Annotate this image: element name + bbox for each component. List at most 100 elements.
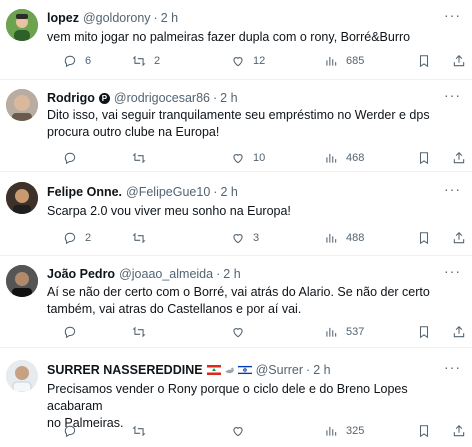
heart-icon <box>233 328 243 338</box>
reply-count: 2 <box>85 232 92 244</box>
display-name[interactable]: lopez <box>47 11 79 25</box>
like-button[interactable] <box>231 324 253 340</box>
view-count: 685 <box>346 55 365 67</box>
share-button[interactable] <box>452 53 466 69</box>
like-button[interactable]: 10 <box>231 150 265 166</box>
retweet-button[interactable] <box>132 150 154 166</box>
tweet[interactable]: Felipe Onne. @FelipeGue10 · 2 h ··· Scar… <box>0 172 472 256</box>
heart-icon <box>233 154 243 164</box>
action-bar: 2 3 488 <box>47 230 467 246</box>
bookmark-icon <box>419 425 429 438</box>
israel-flag-icon <box>237 365 252 375</box>
tweet[interactable]: Rodrigo P @rodrigocesar86 · 2 h ··· Dito… <box>0 80 472 172</box>
reply-icon <box>64 425 76 438</box>
more-options-icon[interactable]: ··· <box>444 88 460 106</box>
share-button[interactable] <box>452 230 466 246</box>
reply-button[interactable] <box>63 324 85 340</box>
action-bar: 537 <box>47 324 467 340</box>
more-options-icon[interactable]: ··· <box>444 8 460 26</box>
tweet[interactable]: João Pedro @joaao_almeida · 2 h ··· Aí s… <box>0 256 472 348</box>
views-button[interactable]: 537 <box>324 324 364 340</box>
retweet-button[interactable] <box>132 423 154 439</box>
tweet-header: Felipe Onne. @FelipeGue10 · 2 h <box>47 183 238 201</box>
bookmark-button[interactable] <box>417 324 431 340</box>
tweet-header: SURRER NASSEREDDINE @Surrer · 2 h <box>47 361 331 379</box>
retweet-button[interactable]: 2 <box>132 53 160 69</box>
retweet-icon <box>132 55 146 67</box>
avatar[interactable] <box>6 360 38 392</box>
more-options-icon[interactable]: ··· <box>444 360 460 378</box>
action-bar: 6 2 12 685 <box>47 53 467 69</box>
view-count: 468 <box>346 152 365 164</box>
display-name[interactable]: João Pedro <box>47 267 115 281</box>
timestamp[interactable]: 2 h <box>161 11 178 25</box>
timestamp[interactable]: 2 h <box>223 267 240 281</box>
views-button[interactable]: 685 <box>324 53 364 69</box>
heart-icon <box>233 234 243 244</box>
reply-icon <box>64 55 76 68</box>
share-button[interactable] <box>452 324 466 340</box>
user-handle[interactable]: @FelipeGue10 <box>126 185 210 199</box>
more-options-icon[interactable]: ··· <box>444 182 460 200</box>
share-button[interactable] <box>452 423 466 439</box>
retweet-button[interactable] <box>132 230 154 246</box>
reply-button[interactable] <box>63 423 85 439</box>
bookmark-icon <box>419 326 429 339</box>
bar-chart-icon <box>326 233 337 243</box>
tweet-header: João Pedro @joaao_almeida · 2 h <box>47 265 241 283</box>
views-button[interactable]: 488 <box>324 230 364 246</box>
lebanon-flag-icon <box>206 365 221 375</box>
like-button[interactable]: 3 <box>231 230 259 246</box>
views-button[interactable]: 468 <box>324 150 364 166</box>
user-handle[interactable]: @Surrer <box>256 363 303 377</box>
bookmark-icon <box>419 152 429 165</box>
tweet[interactable]: SURRER NASSEREDDINE @Surrer · 2 h ··· Pr… <box>0 348 472 447</box>
reply-button[interactable] <box>63 150 85 166</box>
separator-dot: · <box>213 91 218 105</box>
more-options-icon[interactable]: ··· <box>444 264 460 282</box>
timestamp[interactable]: 2 h <box>220 185 237 199</box>
separator-dot: · <box>216 267 221 281</box>
flag-emojis <box>206 365 252 376</box>
avatar[interactable] <box>6 265 38 297</box>
bookmark-button[interactable] <box>417 150 431 166</box>
retweet-icon <box>132 152 146 164</box>
bookmark-icon <box>419 232 429 245</box>
like-button[interactable]: 12 <box>231 53 265 69</box>
timestamp[interactable]: 2 h <box>313 363 330 377</box>
user-handle[interactable]: @goldorony <box>83 11 151 25</box>
share-icon <box>453 152 465 164</box>
share-icon <box>453 425 465 437</box>
avatar-image <box>6 9 38 41</box>
bar-chart-icon <box>326 56 337 66</box>
retweet-icon <box>132 425 146 437</box>
avatar[interactable] <box>6 89 38 121</box>
timestamp[interactable]: 2 h <box>220 91 237 105</box>
bookmark-button[interactable] <box>417 230 431 246</box>
retweet-button[interactable] <box>132 324 154 340</box>
like-button[interactable] <box>231 423 253 439</box>
action-bar: 10 468 <box>47 150 467 166</box>
retweet-icon <box>132 232 146 244</box>
bookmark-button[interactable] <box>417 53 431 69</box>
bookmark-button[interactable] <box>417 423 431 439</box>
separator-dot: · <box>306 363 311 377</box>
share-button[interactable] <box>452 150 466 166</box>
display-name[interactable]: SURRER NASSEREDDINE <box>47 363 203 377</box>
avatar-image <box>6 265 38 297</box>
display-name[interactable]: Felipe Onne. <box>47 185 122 199</box>
display-name[interactable]: Rodrigo <box>47 91 95 105</box>
avatar[interactable] <box>6 182 38 214</box>
bar-chart-icon <box>326 153 337 163</box>
reply-button[interactable]: 6 <box>63 53 91 69</box>
avatar-image <box>6 182 38 214</box>
tweet-text-line: Aí se não der certo com o Borré, vai atr… <box>47 285 430 299</box>
reply-button[interactable]: 2 <box>63 230 91 246</box>
tweet[interactable]: lopez @goldorony · 2 h ··· vem mito joga… <box>0 0 472 80</box>
user-handle[interactable]: @rodrigocesar86 <box>114 91 210 105</box>
views-button[interactable]: 325 <box>324 423 364 439</box>
user-handle[interactable]: @joaao_almeida <box>119 267 213 281</box>
bar-chart-icon <box>326 426 337 436</box>
bookmark-icon <box>419 55 429 68</box>
avatar[interactable] <box>6 9 38 41</box>
